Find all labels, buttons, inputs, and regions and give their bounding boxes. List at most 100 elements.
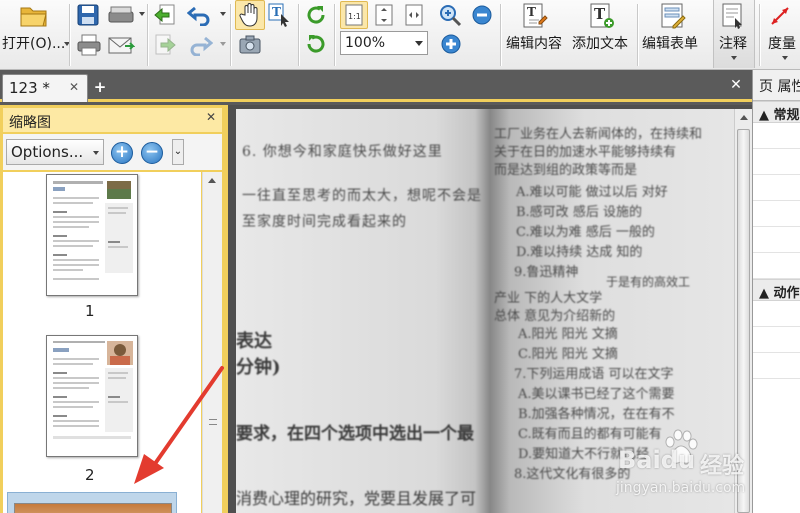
right-line: 于是有的高效工	[606, 275, 691, 289]
svg-text:1:1: 1:1	[348, 12, 361, 21]
edit-content-button[interactable]: 编辑内容	[506, 33, 562, 53]
chevron-down-icon	[93, 151, 99, 155]
right-line: D.难以持续 达成 知的	[516, 245, 643, 260]
add-text-icon[interactable]: T	[587, 1, 617, 31]
toolbar-separator	[298, 4, 299, 66]
scroll-up-arrow-icon[interactable]	[740, 115, 748, 120]
rotate-clockwise-icon[interactable]	[303, 2, 329, 28]
watermark-brand-cn: 经验	[700, 454, 745, 479]
left-line: 6. 你想今和家庭快乐做好这里	[242, 144, 443, 160]
measure-dropdown-arrow[interactable]	[782, 56, 788, 60]
edit-content-icon[interactable]: T	[520, 1, 550, 31]
hand-tool-icon[interactable]	[236, 1, 264, 29]
zoom-marquee-icon[interactable]	[437, 2, 465, 28]
more-options-button[interactable]: ⌄	[172, 139, 184, 165]
add-text-button[interactable]: 添加文本	[572, 33, 628, 53]
undo-dropdown-arrow[interactable]	[220, 12, 226, 16]
page-thumbnail-1[interactable]	[46, 174, 138, 296]
save-icon[interactable]	[75, 2, 101, 28]
red-arrow-annotation	[134, 366, 224, 484]
print-icon[interactable]	[75, 32, 103, 58]
scanner-dropdown-arrow[interactable]	[139, 12, 145, 16]
right-line: 总体 意见为介绍新的	[494, 309, 616, 324]
edit-form-icon[interactable]	[658, 1, 688, 31]
left-line: 至家度时间完成看起来的	[242, 214, 407, 230]
section-general[interactable]: ▲ 常规	[753, 101, 800, 123]
tab-document-123[interactable]: 123 * ✕	[2, 74, 88, 102]
thumbnails-title: 缩略图	[9, 115, 51, 131]
snapshot-icon[interactable]	[236, 32, 264, 58]
reduce-thumbnails-button[interactable]: −	[141, 142, 163, 164]
options-label: Options...	[11, 143, 84, 161]
close-icon[interactable]: ✕	[206, 110, 216, 124]
previous-view-icon[interactable]	[152, 2, 178, 28]
zoom-level-select[interactable]: 100%	[340, 31, 428, 55]
right-line: 关于在日的加速水平能够持续有	[494, 145, 677, 160]
fit-page-icon[interactable]	[371, 2, 397, 28]
property-row	[753, 353, 800, 379]
annotate-icon[interactable]	[719, 1, 749, 31]
redo-icon[interactable]	[186, 32, 214, 58]
right-line: 工厂业务在人去新闻体的，在持续和	[494, 127, 703, 142]
section-actions-label: 动作	[773, 286, 800, 301]
watermark-brand: Baidu	[618, 446, 695, 474]
scroll-up-arrow-icon[interactable]	[208, 178, 216, 183]
left-line: 分钟)	[236, 357, 281, 378]
toolbar-separator	[147, 4, 148, 66]
left-line: 表达	[236, 331, 272, 352]
open-button[interactable]: 打开(O)...	[2, 33, 65, 53]
annotate-dropdown-arrow[interactable]	[731, 56, 737, 60]
measure-icon[interactable]	[766, 3, 796, 29]
annotate-button[interactable]: 注释	[719, 33, 747, 53]
close-document-button[interactable]: ✕	[727, 76, 745, 94]
page-thumbnail-3-selected[interactable]	[7, 492, 177, 513]
properties-panel-header: 页 属性	[753, 70, 800, 101]
property-row	[753, 201, 800, 227]
section-general-label: 常规	[773, 108, 800, 123]
page-number-2: 2	[85, 466, 95, 484]
zoom-level-value: 100%	[345, 35, 386, 51]
options-dropdown[interactable]: Options...	[6, 139, 104, 165]
property-row	[753, 149, 800, 175]
edit-form-button[interactable]: 编辑表单	[642, 33, 698, 53]
actual-size-icon[interactable]: 1:1	[341, 2, 367, 28]
select-text-icon[interactable]: T	[266, 1, 294, 29]
chevron-down-icon[interactable]	[415, 41, 423, 46]
zoom-in-icon[interactable]	[437, 31, 465, 57]
left-line: 消费心理的研究，党要且发展了可	[236, 489, 477, 508]
right-line: A.美以课书已经了这个需要	[518, 387, 675, 402]
right-line: B.加强各种情况，在在有不	[518, 407, 675, 422]
close-icon[interactable]: ✕	[69, 80, 79, 94]
baidu-jingyan-watermark: Baidu 经验 jingyan.baidu.com	[602, 422, 762, 506]
property-row	[753, 301, 800, 327]
right-line: B.感可改 感后 设施的	[516, 205, 642, 220]
fit-width-icon[interactable]	[401, 2, 427, 28]
right-line: A.难以可能 做过以后 对好	[516, 185, 668, 200]
page-number-1: 1	[85, 302, 95, 320]
thumbnails-panel-header: 缩略图 ✕	[3, 108, 222, 132]
scanner-icon[interactable]	[106, 2, 136, 28]
new-tab-button[interactable]: +	[91, 78, 109, 96]
rotate-counterclockwise-icon[interactable]	[303, 31, 329, 57]
svg-text:T: T	[594, 5, 606, 23]
section-actions[interactable]: ▲ 动作	[753, 279, 800, 301]
toolbar-separator	[637, 4, 638, 66]
right-line: 9.鲁迅精神	[514, 265, 579, 280]
left-line: 要求，在四个选项中选出一个最	[236, 424, 474, 444]
enlarge-thumbnails-button[interactable]: +	[111, 142, 133, 164]
toolbar-separator	[69, 4, 70, 66]
redo-dropdown-arrow[interactable]	[220, 42, 226, 46]
photo-page-thumbnail	[14, 503, 172, 513]
next-view-icon[interactable]	[152, 32, 178, 58]
left-line: 一往直至思考的而太大，想呢不会是	[242, 188, 482, 204]
thumbnails-toolbar: Options... + − ⌄	[3, 134, 222, 170]
email-icon[interactable]	[106, 32, 136, 58]
zoom-out-icon[interactable]	[469, 2, 495, 28]
watermark-url: jingyan.baidu.com	[616, 480, 746, 496]
resume-thumbnail-image	[53, 181, 133, 280]
right-line: 产业 下的人大文学	[494, 291, 603, 306]
open-folder-icon[interactable]	[18, 3, 50, 29]
measure-button[interactable]: 度量	[768, 33, 796, 53]
undo-icon[interactable]	[186, 2, 214, 28]
property-row	[753, 327, 800, 353]
